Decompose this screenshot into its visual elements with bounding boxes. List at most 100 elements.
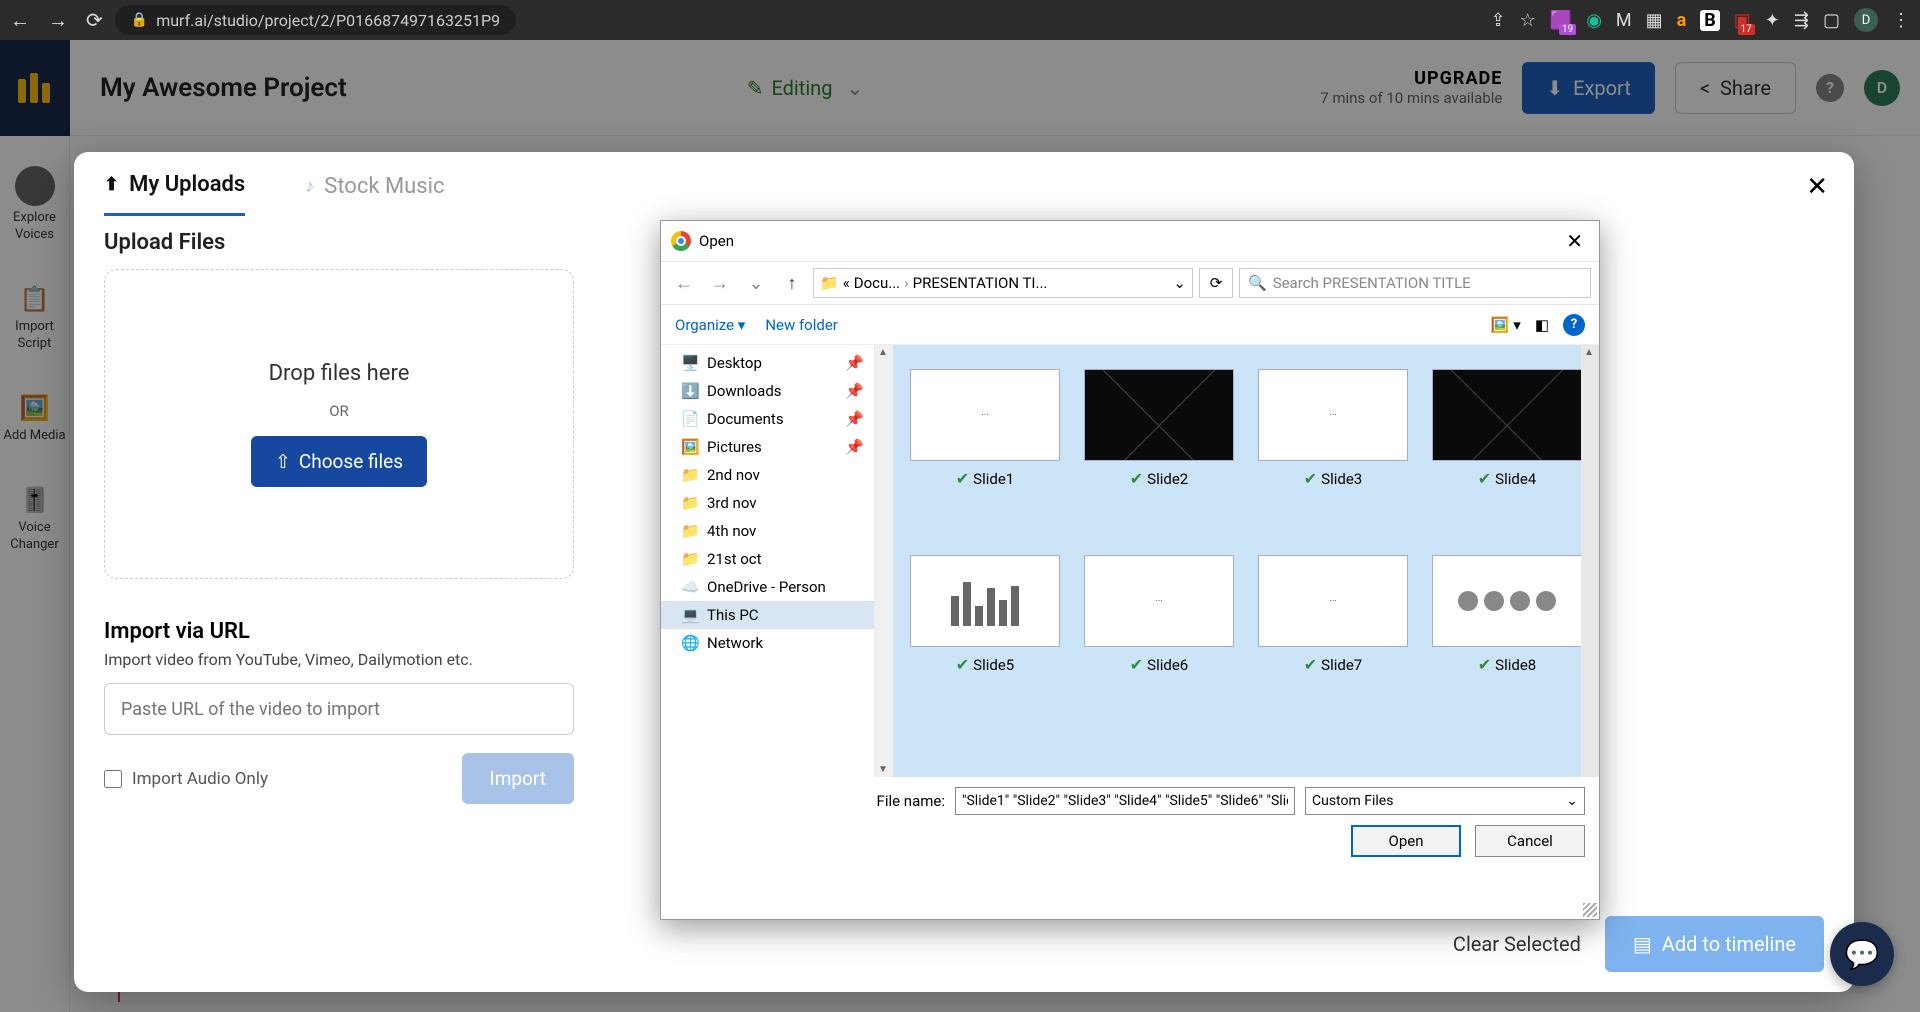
tree-item[interactable]: 🖥️Desktop📌: [661, 349, 874, 377]
reading-list-icon[interactable]: ⇶: [1794, 10, 1809, 31]
extensions-icon[interactable]: ✦: [1765, 10, 1780, 31]
chat-fab[interactable]: 💬: [1830, 922, 1894, 986]
tree-item-icon: 📁: [681, 550, 699, 568]
tree-item[interactable]: 🌐Network: [661, 629, 874, 657]
file-tile[interactable]: ✔Slide5: [901, 539, 1069, 719]
extension-1-icon[interactable]: 🟪19: [1550, 10, 1572, 31]
upload-arrow-icon: ⇧: [275, 450, 291, 473]
view-mode-icon[interactable]: 🖼️ ▾: [1491, 316, 1521, 334]
check-icon: ✔: [956, 655, 969, 674]
extension-2-icon[interactable]: ▦: [1646, 10, 1663, 31]
profile-avatar[interactable]: D: [1854, 8, 1878, 32]
kebab-menu-icon[interactable]: ⋮: [1892, 10, 1910, 31]
dialog-close-icon[interactable]: ✕: [1560, 229, 1589, 253]
tree-item-icon: 📁: [681, 494, 699, 512]
file-name-input[interactable]: [955, 787, 1295, 815]
breadcrumb-bar[interactable]: 📁 « Docu... › PRESENTATION TI... ⌄: [813, 268, 1193, 298]
nav-up-icon[interactable]: ↑: [777, 273, 807, 294]
tree-item-label: This PC: [707, 606, 759, 624]
file-thumbnail: ···: [1258, 555, 1408, 647]
tab-stock-music[interactable]: ♪ Stock Music: [305, 174, 444, 215]
tree-item-label: OneDrive - Person: [707, 578, 826, 596]
dropzone[interactable]: Drop files here OR ⇧ Choose files: [104, 269, 574, 579]
url-text: murf.ai/studio/project/2/P01668749716325…: [156, 11, 500, 30]
tree-item[interactable]: ☁️ OneDrive - Person: [661, 573, 874, 601]
tree-item-label: Pictures: [707, 438, 762, 456]
add-to-timeline-button[interactable]: ▤ Add to timeline: [1605, 916, 1824, 972]
check-icon: ✔: [1130, 655, 1143, 674]
tree-item-icon: ☁️: [681, 578, 699, 596]
file-tile[interactable]: ✔Slide8: [1423, 539, 1591, 719]
file-tile[interactable]: ✔Slide2: [1075, 353, 1243, 533]
tab-my-uploads[interactable]: ⬆︎ My Uploads: [104, 172, 245, 216]
share-page-icon[interactable]: ⇪: [1491, 10, 1506, 31]
file-thumbnail: ···: [1258, 369, 1408, 461]
tree-item-label: 2nd nov: [707, 466, 760, 484]
search-icon: 🔍: [1248, 274, 1267, 292]
dialog-title: Open: [699, 232, 734, 250]
file-tile[interactable]: ··· ✔Slide7: [1249, 539, 1417, 719]
gmail-icon[interactable]: M: [1616, 10, 1632, 31]
tree-item-label: Downloads: [707, 382, 782, 400]
amazon-icon[interactable]: a: [1677, 10, 1687, 31]
file-tile[interactable]: ··· ✔Slide1: [901, 353, 1069, 533]
tree-item[interactable]: 📁3rd nov: [661, 489, 874, 517]
tree-item-icon: 📄: [681, 410, 699, 428]
organize-menu[interactable]: Organize ▾: [675, 316, 745, 334]
file-tile[interactable]: ··· ✔Slide6: [1075, 539, 1243, 719]
file-grid: ··· ✔Slide1 ✔Slide2··· ✔Slide3 ✔Slide4 ✔…: [893, 345, 1599, 777]
tree-item[interactable]: ⬇️Downloads📌: [661, 377, 874, 405]
tree-item[interactable]: 📁 21st oct: [661, 545, 874, 573]
file-tile[interactable]: ✔Slide4: [1423, 353, 1591, 533]
tree-scrollbar[interactable]: [875, 345, 893, 777]
chevron-down-icon[interactable]: ⌄: [1173, 274, 1186, 292]
tree-item-icon: 💻: [681, 606, 699, 624]
search-input[interactable]: 🔍 Search PRESENTATION TITLE: [1239, 268, 1591, 298]
file-thumbnail: ···: [910, 369, 1060, 461]
back-icon[interactable]: ←: [10, 8, 30, 33]
clear-selected-link[interactable]: Clear Selected: [1453, 932, 1581, 956]
file-tile[interactable]: ··· ✔Slide3: [1249, 353, 1417, 533]
tree-item-label: 21st oct: [707, 550, 762, 568]
file-name-label: File name:: [877, 792, 945, 810]
cancel-button[interactable]: Cancel: [1475, 825, 1585, 857]
dialog-help-icon[interactable]: ?: [1563, 314, 1585, 336]
lastpass-icon[interactable]: ▣17: [1734, 10, 1751, 31]
bookmark-icon[interactable]: ☆: [1520, 10, 1536, 31]
choose-files-button[interactable]: ⇧ Choose files: [251, 436, 427, 487]
import-button[interactable]: Import: [462, 753, 574, 804]
tree-item[interactable]: 💻 This PC: [661, 601, 874, 629]
address-bar[interactable]: 🔒 murf.ai/studio/project/2/P016687497163…: [115, 5, 516, 35]
tab-overview-icon[interactable]: ▢: [1823, 10, 1840, 31]
file-thumbnail: [1432, 555, 1582, 647]
files-scrollbar[interactable]: [1581, 345, 1599, 777]
tree-item[interactable]: 📁4th nov: [661, 517, 874, 545]
audio-only-checkbox[interactable]: Import Audio Only: [104, 769, 268, 789]
tree-item[interactable]: 📄Documents📌: [661, 405, 874, 433]
resize-grip[interactable]: [1583, 903, 1597, 917]
pin-icon: 📌: [845, 382, 864, 400]
file-thumbnail: [910, 555, 1060, 647]
nav-back-icon[interactable]: ←: [669, 273, 699, 294]
pin-icon: 📌: [845, 410, 864, 428]
file-name: Slide4: [1495, 470, 1536, 488]
check-icon: ✔: [956, 469, 969, 488]
reload-icon[interactable]: ⟳: [86, 8, 103, 32]
extension-b-icon[interactable]: B: [1700, 10, 1720, 31]
file-type-select[interactable]: Custom Files⌄: [1305, 787, 1585, 815]
file-name: Slide2: [1147, 470, 1188, 488]
url-input[interactable]: [104, 683, 574, 735]
chrome-icon: [671, 231, 691, 251]
refresh-button[interactable]: ⟳: [1199, 268, 1233, 298]
nav-recent-icon[interactable]: ⌄: [741, 273, 771, 294]
close-icon[interactable]: ✕: [1806, 172, 1828, 202]
open-button[interactable]: Open: [1351, 825, 1461, 857]
tree-item[interactable]: 🖼️Pictures📌: [661, 433, 874, 461]
new-folder-button[interactable]: New folder: [765, 316, 838, 334]
tree-item[interactable]: 📁2nd nov: [661, 461, 874, 489]
check-icon: ✔: [1478, 469, 1491, 488]
grammarly-icon[interactable]: ◉: [1586, 10, 1602, 31]
preview-pane-icon[interactable]: ◧: [1535, 316, 1549, 334]
forward-icon[interactable]: →: [48, 8, 68, 33]
tree-item-label: Desktop: [707, 354, 762, 372]
